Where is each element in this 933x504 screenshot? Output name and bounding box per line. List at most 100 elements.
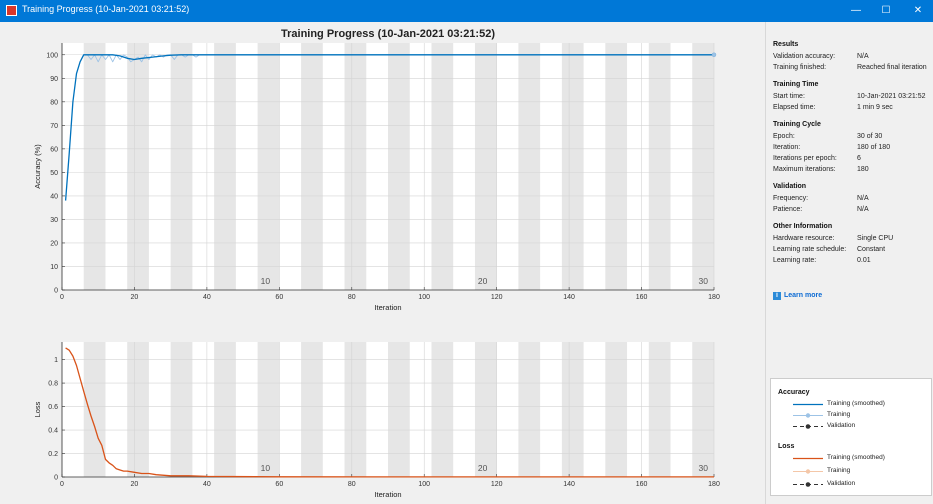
learn-more-link[interactable]: i Learn more [773,292,822,300]
validation-title: Validation [773,183,807,190]
legend-box: Accuracy Training (smoothed) Training Va… [770,378,932,496]
loss-epoch-band [170,342,193,477]
legend-accuracy-training-label: Training [827,411,851,418]
info-icon: i [773,292,781,300]
legend-loss-validation: Validation [793,480,928,489]
learning-rate-label: Learning rate: [773,257,817,264]
loss-epoch-label: 30 [699,463,709,473]
loss-epoch-band [474,342,497,477]
loss-y-tick-label: 0.2 [48,451,58,458]
results-title: Results [773,41,799,48]
legend-loss-training-label: Training [827,467,851,474]
accuracy-x-tick-label: 0 [60,294,64,301]
elapsed-time-label: Elapsed time: [773,104,816,111]
loss-epoch-band [605,342,628,477]
learning-rate-schedule-label: Learning rate schedule: [773,246,847,253]
loss-epoch-band [214,342,236,477]
start-time-value: 10-Jan-2021 03:21:52 [857,93,926,100]
iterations-per-epoch-label: Iterations per epoch: [773,155,837,162]
accuracy-x-tick-label: 40 [203,294,211,301]
minimize-button[interactable]: — [841,0,871,22]
learning-rate-schedule-value: Constant [857,246,886,253]
accuracy-x-tick-label: 60 [275,294,283,301]
accuracy-epoch-band [214,43,236,290]
plot-title: Training Progress (10-Jan-2021 03:21:52) [281,28,495,40]
legend-accuracy-training: Training [793,411,928,420]
accuracy-y-tick-label: 20 [50,240,58,247]
epoch-value: 30 of 30 [857,133,883,140]
accuracy-epoch-band [257,43,280,290]
accuracy-y-tick-label: 50 [50,170,58,177]
legend-loss-training: Training [793,467,928,476]
loss-epoch-band [257,342,280,477]
loss-y-axis-label: Loss [33,401,42,417]
legend-accuracy-smoothed: Training (smoothed) [793,400,928,409]
accuracy-chart: 0 20 40 60 80 100 120 140 160 180 0 10 20 30 40 50 60 70 8… [33,43,720,312]
accuracy-y-tick-label: 80 [50,99,58,106]
maximum-iterations-label: Maximum iterations: [773,166,836,173]
legend-accuracy-title: Accuracy [778,389,810,396]
info-panel: Results Validation accuracy: N/A Trainin… [767,22,933,504]
accuracy-y-tick-label: 100 [46,52,58,59]
loss-epoch-band [344,342,367,477]
learn-more-label: Learn more [784,292,823,299]
accuracy-epoch-band [170,43,193,290]
loss-y-tick-label: 0.4 [48,428,58,435]
accuracy-x-tick-label: 20 [131,294,139,301]
loss-x-tick-label: 80 [348,481,356,488]
accuracy-y-axis-label: Accuracy (%) [33,144,42,189]
accuracy-y-tick-label: 40 [50,193,58,200]
window-content: Training Progress (10-Jan-2021 03:21:52)… [0,22,933,504]
training-time-title: Training Time [773,81,819,88]
loss-y-tick-label: 0 [54,475,58,482]
patience-value: N/A [857,206,869,213]
validation-accuracy-label: Validation accuracy: [773,53,836,60]
training-finished-value: Reached final iteration [857,64,927,71]
accuracy-x-tick-label: 120 [491,294,503,301]
iterations-per-epoch-value: 6 [857,155,861,162]
hardware-resource-label: Hardware resource: [773,235,835,242]
accuracy-epoch-band [301,43,323,290]
validation-accuracy-value: N/A [857,53,869,60]
loss-y-tick-label: 1 [54,357,58,364]
loss-x-tick-label: 180 [708,481,720,488]
legend-loss-smoothed-label: Training (smoothed) [827,454,885,461]
accuracy-epoch-band [474,43,497,290]
loss-x-tick-label: 140 [563,481,575,488]
loss-x-axis-label: Iteration [374,490,401,499]
maximum-iterations-value: 180 [857,166,869,173]
accuracy-x-tick-label: 100 [418,294,430,301]
legend-accuracy-smoothed-label: Training (smoothed) [827,400,885,407]
accuracy-epoch-band [518,43,541,290]
loss-x-tick-label: 160 [636,481,648,488]
legend-accuracy-validation-label: Validation [827,422,856,429]
close-button[interactable]: ✕ [903,0,933,22]
loss-chart: 0 20 40 60 80 100 120 140 160 180 0 0.2 0.4 0.6 0.8 1 10… [33,342,720,499]
loss-x-tick-label: 120 [491,481,503,488]
accuracy-x-tick-label: 180 [708,294,720,301]
accuracy-epoch-band [127,43,149,290]
iteration-label: Iteration: [773,144,801,151]
accuracy-y-tick-label: 10 [50,264,58,271]
loss-epoch-band [83,342,106,477]
accuracy-x-tick-label: 80 [348,294,356,301]
loss-epoch-band [518,342,541,477]
accuracy-y-tick-label: 90 [50,76,58,83]
legend-accuracy-validation: Validation [793,422,928,431]
legend-loss-title: Loss [778,443,795,450]
loss-y-tick-label: 0.8 [48,381,58,388]
accuracy-final-point [711,52,717,58]
loss-y-tick-label: 0.6 [48,404,58,411]
legend-loss-validation-label: Validation [827,480,856,487]
loss-epoch-label: 20 [478,463,488,473]
accuracy-epoch-band [561,43,584,290]
accuracy-epoch-label: 30 [699,276,709,286]
accuracy-y-tick-label: 70 [50,123,58,130]
accuracy-x-tick-label: 160 [636,294,648,301]
accuracy-epoch-band [692,43,714,290]
loss-x-tick-label: 0 [60,481,64,488]
panel-divider [765,22,766,504]
maximize-button[interactable]: ☐ [871,0,901,22]
accuracy-epoch-band [83,43,106,290]
loss-x-tick-label: 40 [203,481,211,488]
